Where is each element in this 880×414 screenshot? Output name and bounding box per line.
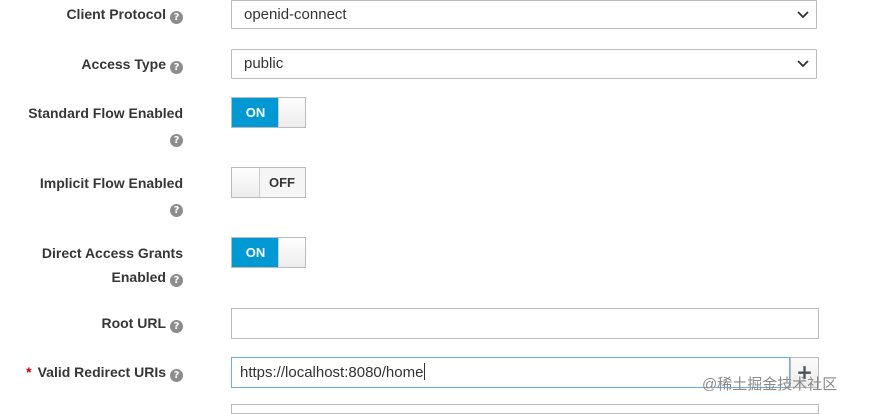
help-icon[interactable]: ?: [170, 134, 183, 147]
implicit-flow-label: Implicit Flow Enabled ?: [39, 175, 183, 217]
help-icon[interactable]: ?: [170, 369, 183, 382]
root-url-label: Root URL?: [101, 311, 183, 335]
access-type-label: Access Type?: [81, 52, 183, 76]
client-protocol-select[interactable]: openid-connect: [231, 0, 817, 29]
client-protocol-label: Client Protocol?: [66, 2, 183, 26]
chevron-down-icon: [797, 11, 809, 19]
toggle-knob: [278, 238, 305, 267]
standard-flow-label: Standard Flow Enabled ?: [28, 105, 183, 147]
root-url-input[interactable]: [231, 308, 819, 339]
valid-redirect-label: * Valid Redirect URIs?: [26, 360, 183, 384]
direct-access-toggle[interactable]: ON: [231, 237, 306, 268]
text-caret: [424, 363, 426, 380]
standard-flow-toggle[interactable]: ON: [231, 97, 306, 128]
toggle-knob: [232, 168, 260, 197]
toggle-on-label: ON: [232, 238, 279, 267]
help-icon[interactable]: ?: [170, 320, 183, 333]
help-icon[interactable]: ?: [170, 11, 183, 24]
access-type-select[interactable]: public: [231, 49, 817, 79]
next-field-input[interactable]: [231, 404, 819, 414]
help-icon[interactable]: ?: [170, 61, 183, 74]
implicit-flow-toggle[interactable]: OFF: [231, 167, 306, 198]
direct-access-label: Direct Access Grants Enabled?: [41, 245, 183, 287]
toggle-knob: [278, 98, 305, 127]
help-icon[interactable]: ?: [170, 274, 183, 287]
help-icon[interactable]: ?: [170, 204, 183, 217]
chevron-down-icon: [797, 60, 809, 68]
required-marker: *: [26, 364, 32, 380]
toggle-off-label: OFF: [269, 175, 295, 190]
watermark: @稀土掘金技术社区: [702, 376, 838, 393]
toggle-on-label: ON: [232, 98, 279, 127]
